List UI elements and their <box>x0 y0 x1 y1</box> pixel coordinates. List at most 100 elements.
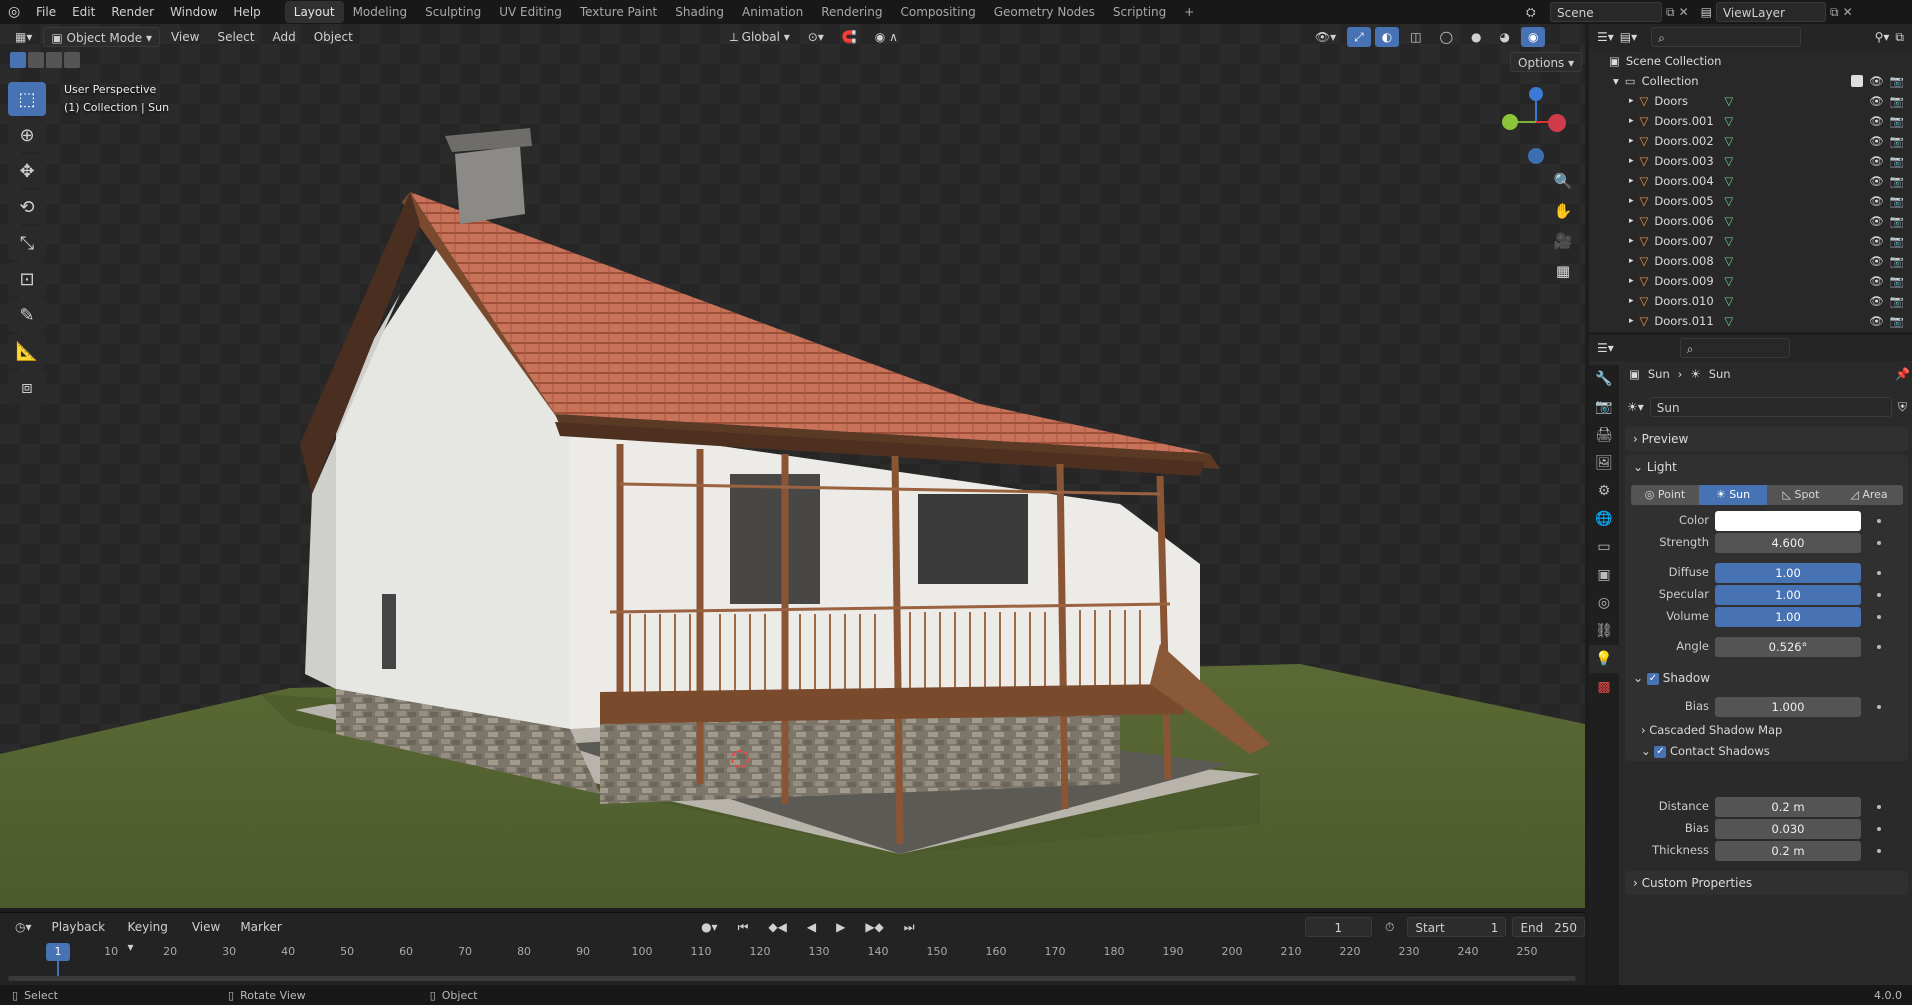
expand-icon[interactable]: ▸ <box>1629 96 1634 106</box>
new-scene-icon[interactable]: ⧉ <box>1666 5 1675 20</box>
tab-sculpting[interactable]: Sculpting <box>416 1 490 23</box>
outliner-item[interactable]: ▸ ▽ Doors.004 ▽ 👁 📷 <box>1589 171 1912 191</box>
select-box-tool-icon[interactable]: ⬚ <box>8 82 46 116</box>
new-view-layer-icon[interactable]: ⧉ <box>1830 5 1839 20</box>
menu-render[interactable]: Render <box>103 0 162 24</box>
material-shading-icon[interactable]: ◕ <box>1493 27 1517 47</box>
world-tab-icon[interactable]: 🌐 <box>1589 505 1619 533</box>
outliner-item[interactable]: ▸ ▽ Doors.002 ▽ 👁 📷 <box>1589 131 1912 151</box>
tab-rendering[interactable]: Rendering <box>812 1 891 23</box>
annotate-tool-icon[interactable]: ✎ <box>8 298 46 332</box>
visibility-eye-icon[interactable]: 👁 <box>1869 134 1884 148</box>
visibility-eye-icon[interactable]: 👁 <box>1869 214 1884 228</box>
volume-slider[interactable]: 1.00 <box>1715 607 1861 627</box>
output-tab-icon[interactable]: 🖨 <box>1589 421 1619 449</box>
render-camera-icon[interactable]: 📷 <box>1890 94 1904 108</box>
animate-volume-dot[interactable] <box>1877 615 1881 619</box>
scene-icon[interactable]: ⛭ <box>1526 5 1546 20</box>
menu-add[interactable]: Add <box>265 27 302 47</box>
scene-selector[interactable]: Scene <box>1550 2 1662 22</box>
animate-distance-dot[interactable] <box>1877 805 1881 809</box>
expand-icon[interactable]: ▸ <box>1629 136 1634 146</box>
props-editor-type-icon[interactable]: ☰▾ <box>1597 341 1614 355</box>
outliner-search-input[interactable]: ⌕ <box>1651 27 1802 47</box>
visibility-eye-icon[interactable]: 👁 <box>1869 274 1884 288</box>
outliner-item[interactable]: ▸ ▽ Doors.009 ▽ 👁 📷 <box>1589 271 1912 291</box>
animate-strength-dot[interactable] <box>1877 541 1881 545</box>
tab-shading[interactable]: Shading <box>666 1 733 23</box>
delete-view-layer-icon[interactable]: ✕ <box>1843 5 1853 19</box>
scene-collection-row[interactable]: ▣ Scene Collection <box>1589 51 1912 71</box>
visibility-eye-icon[interactable]: 👁 <box>1869 294 1884 308</box>
snap-icon[interactable]: 🧲 <box>835 27 864 47</box>
display-mode-icon[interactable]: ▤▾ <box>1620 30 1637 44</box>
tab-uv-editing[interactable]: UV Editing <box>490 1 571 23</box>
tab-animation[interactable]: Animation <box>733 1 812 23</box>
fake-user-shield-icon[interactable]: ⛨ <box>1898 400 1907 415</box>
collection-checkbox[interactable] <box>1851 75 1864 87</box>
shadow-subpanel-header[interactable]: ⌄ ✓ Shadow <box>1625 667 1908 689</box>
contact-shadows-header[interactable]: ⌄ ✓ Contact Shadows <box>1641 744 1770 758</box>
outliner-item[interactable]: ▸ ▽ Doors ▽ 👁 📷 <box>1589 91 1912 111</box>
select-new-icon[interactable] <box>10 52 26 68</box>
render-camera-icon[interactable]: 📷 <box>1890 154 1904 168</box>
preview-range-icon[interactable]: ⏱ <box>1378 917 1401 937</box>
tab-texture-paint[interactable]: Texture Paint <box>571 1 666 23</box>
mode-selector[interactable]: ▣ Object Mode ▾ <box>43 27 160 47</box>
add-workspace-button[interactable]: + <box>1175 1 1203 23</box>
light-type-sun[interactable]: ☀ Sun <box>1699 485 1767 505</box>
distance-field[interactable]: 0.2 m <box>1715 797 1861 817</box>
visibility-eye-icon[interactable]: 👁 <box>1869 254 1884 268</box>
outliner-item[interactable]: ▸ ▽ Doors.010 ▽ 👁 📷 <box>1589 291 1912 311</box>
new-collection-icon[interactable]: ⧉ <box>1895 30 1904 45</box>
collection-tab-icon[interactable]: ▭ <box>1589 533 1619 561</box>
cursor-tool-icon[interactable]: ⊕ <box>8 118 46 152</box>
expand-icon[interactable]: ▸ <box>1629 276 1634 286</box>
shadow-bias-field[interactable]: 1.000 <box>1715 697 1861 717</box>
props-search-input[interactable]: ⌕ <box>1679 338 1790 358</box>
strength-field[interactable]: 4.600 <box>1715 533 1861 553</box>
scale-tool-icon[interactable]: ⤡ <box>8 226 46 260</box>
tab-modeling[interactable]: Modeling <box>344 1 417 23</box>
animate-diffuse-dot[interactable] <box>1877 571 1881 575</box>
light-datablock-icon[interactable]: ☀▾ <box>1627 400 1644 414</box>
light-type-point[interactable]: ◎ Point <box>1631 485 1699 505</box>
wireframe-shading-icon[interactable]: ◯ <box>1433 27 1460 47</box>
view-layer-selector[interactable]: ViewLayer <box>1715 2 1826 22</box>
animate-color-dot[interactable] <box>1877 519 1881 523</box>
solid-shading-icon[interactable]: ● <box>1464 27 1488 47</box>
select-intersect-icon[interactable] <box>64 52 80 68</box>
cascaded-shadow-map-header[interactable]: › Cascaded Shadow Map <box>1641 723 1782 737</box>
rotate-tool-icon[interactable]: ⟲ <box>8 190 46 224</box>
outliner-item[interactable]: ▸ ▽ Doors.011 ▽ 👁 📷 <box>1589 311 1912 331</box>
expand-icon[interactable]: ▸ <box>1629 116 1634 126</box>
outliner-item[interactable]: ▸ ▽ Doors.006 ▽ 👁 📷 <box>1589 211 1912 231</box>
menu-window[interactable]: Window <box>162 0 225 24</box>
blender-logo-icon[interactable]: ◎ <box>8 4 28 20</box>
menu-keying[interactable]: Keying ▾ <box>121 917 179 954</box>
render-camera-icon[interactable]: 📷 <box>1890 214 1904 228</box>
visibility-icon[interactable]: 👁▾ <box>1308 27 1343 47</box>
visibility-eye-icon[interactable]: 👁 <box>1869 94 1884 108</box>
visibility-eye-icon[interactable]: 👁 <box>1869 74 1884 88</box>
outliner-item[interactable]: ▸ ▽ Doors.008 ▽ 👁 📷 <box>1589 251 1912 271</box>
add-cube-tool-icon[interactable]: ⧈ <box>8 370 46 404</box>
diffuse-slider[interactable]: 1.00 <box>1715 563 1861 583</box>
object-tab-icon[interactable]: ▣ <box>1589 561 1619 589</box>
render-camera-icon[interactable]: 📷 <box>1890 134 1904 148</box>
3d-viewport[interactable] <box>0 24 1585 908</box>
collapse-icon[interactable]: ▾ <box>1613 74 1619 88</box>
start-frame-field[interactable]: Start 1 <box>1407 916 1507 937</box>
expand-icon[interactable]: ▸ <box>1629 216 1634 226</box>
tab-geometry-nodes[interactable]: Geometry Nodes <box>985 1 1104 23</box>
visibility-eye-icon[interactable]: 👁 <box>1869 234 1884 248</box>
render-camera-icon[interactable]: 📷 <box>1890 274 1904 288</box>
outliner-item[interactable]: ▸ ▽ Doors.001 ▽ 👁 📷 <box>1589 111 1912 131</box>
outliner-item[interactable]: ▸ ▽ Doors.005 ▽ 👁 📷 <box>1589 191 1912 211</box>
pin-icon[interactable]: 📌 <box>1895 367 1910 381</box>
preview-panel[interactable]: › Preview <box>1625 427 1908 451</box>
render-camera-icon[interactable]: 📷 <box>1890 74 1904 88</box>
jump-end-icon[interactable]: ⏭ <box>897 917 922 937</box>
measure-tool-icon[interactable]: 📐 <box>8 334 46 368</box>
transform-orientation-selector[interactable]: ⟂ Global ▾ <box>723 27 797 47</box>
